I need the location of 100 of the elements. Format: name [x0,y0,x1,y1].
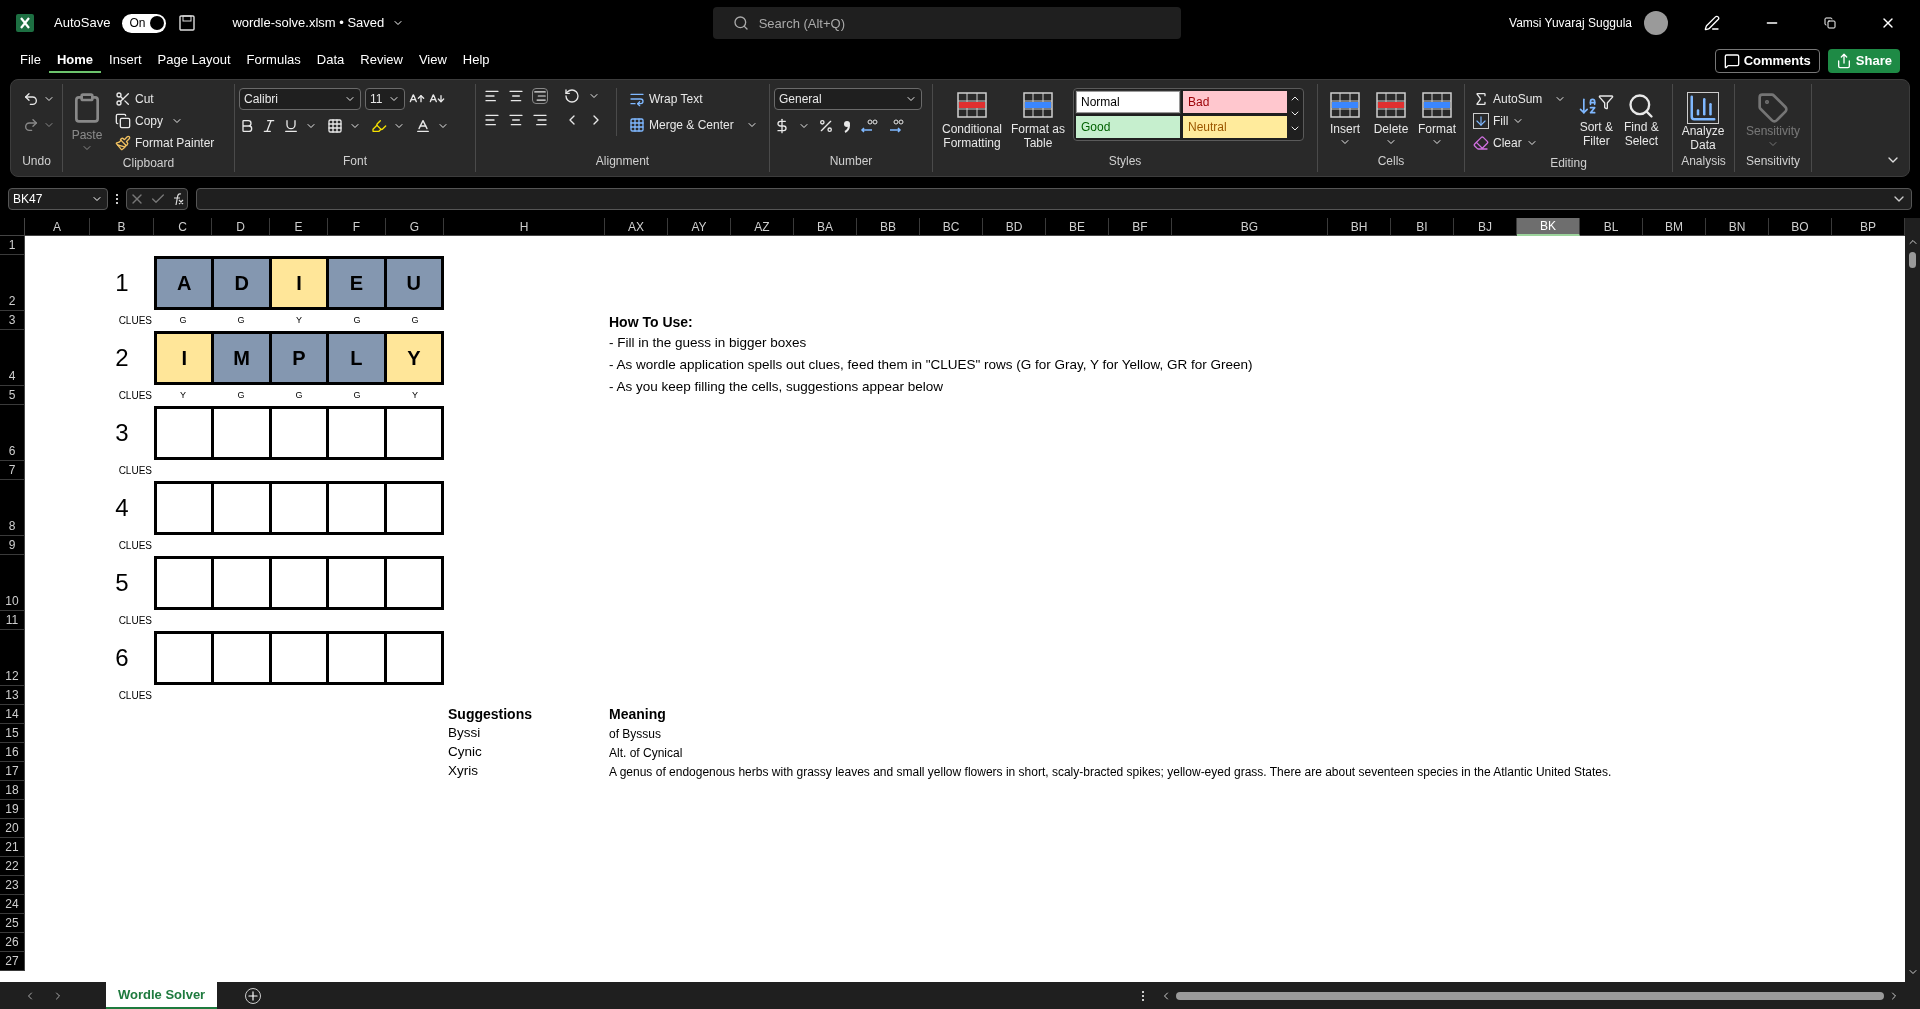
underline-icon[interactable] [283,118,299,134]
row-header[interactable]: 22 [0,857,25,876]
row-header[interactable]: 17 [0,762,25,781]
row-header[interactable]: 27 [0,952,25,971]
menu-tab[interactable]: Help [454,49,498,73]
column-header[interactable]: BI [1391,218,1454,236]
fill-button[interactable]: Fill [1469,110,1571,132]
share-button[interactable]: Share [1827,49,1900,73]
suggestion-word[interactable]: Xyris [444,762,605,781]
copy-button[interactable]: Copy [111,110,219,132]
orientation-icon[interactable] [564,88,580,104]
row-header[interactable]: 25 [0,914,25,933]
clue-cell[interactable]: G [154,311,212,330]
clue-cell[interactable]: G [328,311,386,330]
column-header[interactable]: E [270,218,328,236]
increase-decimal-icon[interactable] [860,118,878,134]
clue-cell[interactable]: Y [270,311,328,330]
letter-tile[interactable]: L [326,331,387,385]
suggestion-word[interactable]: Cynic [444,743,605,762]
column-header[interactable]: BH [1328,218,1391,236]
column-header[interactable]: AY [668,218,731,236]
clue-cell[interactable]: Y [386,386,444,405]
row-header[interactable]: 16 [0,743,25,762]
clue-cell[interactable]: G [270,386,328,405]
column-header[interactable]: BD [983,218,1046,236]
formula-field[interactable] [196,188,1912,210]
row-header[interactable]: 9 [0,536,25,555]
column-header[interactable]: BJ [1454,218,1517,236]
cell-style-option[interactable]: Bad [1183,91,1287,113]
column-header[interactable]: G [386,218,444,236]
row-header[interactable]: 10 [0,555,25,611]
font-color-icon[interactable] [415,118,431,134]
letter-tile[interactable] [326,481,387,535]
menu-tab[interactable]: Formulas [238,49,309,73]
column-header[interactable]: BK [1517,218,1580,236]
bold-icon[interactable] [239,118,255,134]
format-painter-button[interactable]: Format Painter [111,132,219,154]
column-header[interactable]: BF [1109,218,1172,236]
menu-tab[interactable]: File [12,49,49,73]
row-header[interactable]: 6 [0,405,25,461]
column-header[interactable]: BL [1580,218,1643,236]
row-header[interactable]: 2 [0,255,25,311]
menu-tab[interactable]: Review [352,49,411,73]
row-header[interactable]: 1 [0,236,25,255]
column-header[interactable]: BN [1706,218,1769,236]
menu-tab[interactable]: View [410,49,455,73]
scroll-thumb[interactable] [1176,991,1884,1000]
menu-tab[interactable]: Data [308,49,353,73]
clue-cell[interactable]: G [386,311,444,330]
format-as-table-button[interactable]: Format as Table [1007,88,1069,150]
letter-tile[interactable] [211,406,272,460]
column-header[interactable]: B [90,218,154,236]
row-header[interactable]: 7 [0,461,25,480]
align-top-icon[interactable] [484,88,500,104]
column-header[interactable]: C [154,218,212,236]
save-icon[interactable] [178,14,197,32]
menu-tab[interactable]: Insert [101,49,150,73]
letter-tile[interactable] [326,556,387,610]
font-size-field[interactable]: 11 [365,88,405,110]
row-header[interactable]: 21 [0,838,25,857]
percent-icon[interactable] [818,118,834,134]
column-header[interactable]: D [212,218,270,236]
column-header[interactable]: BE [1046,218,1109,236]
letter-tile[interactable] [211,556,272,610]
currency-icon[interactable] [774,118,790,134]
column-header[interactable]: BB [857,218,920,236]
column-header[interactable]: BG [1172,218,1328,236]
cell-style-option[interactable]: Normal [1076,91,1180,113]
number-format-field[interactable]: General [774,88,922,110]
font-name-field[interactable]: Calibri [239,88,361,110]
autosum-button[interactable]: AutoSum [1469,88,1571,110]
find-select-button[interactable]: Find & Select [1618,88,1665,148]
row-header[interactable]: 19 [0,800,25,819]
column-header[interactable]: BO [1769,218,1832,236]
letter-tile[interactable]: E [326,256,387,310]
letter-tile[interactable]: M [211,331,272,385]
column-header[interactable]: H [444,218,605,236]
clue-cell[interactable]: G [328,386,386,405]
merge-center-button[interactable]: Merge & Center [625,114,762,136]
suggestion-word[interactable]: Byssi [444,724,605,743]
letter-tile[interactable]: D [211,256,272,310]
pen-icon[interactable] [1704,15,1720,31]
align-middle-icon[interactable] [508,88,524,104]
row-header[interactable]: 3 [0,311,25,330]
row-header[interactable]: 11 [0,611,25,630]
clue-cell[interactable]: G [212,386,270,405]
scroll-thumb[interactable] [1909,252,1916,268]
analyze-data-button[interactable]: Analyze Data [1677,88,1729,152]
row-header[interactable]: 8 [0,480,25,536]
cell-style-option[interactable]: Good [1076,116,1180,138]
align-bottom-icon[interactable] [532,88,548,104]
column-header[interactable]: F [328,218,386,236]
format-button[interactable]: Format [1414,88,1460,148]
row-header[interactable]: 14 [0,705,25,724]
insert-button[interactable]: Insert [1322,88,1368,148]
align-right-icon[interactable] [532,112,548,128]
restore-icon[interactable] [1824,17,1836,29]
column-header[interactable]: BC [920,218,983,236]
comma-style-icon[interactable] [842,118,852,134]
letter-tile[interactable] [326,406,387,460]
